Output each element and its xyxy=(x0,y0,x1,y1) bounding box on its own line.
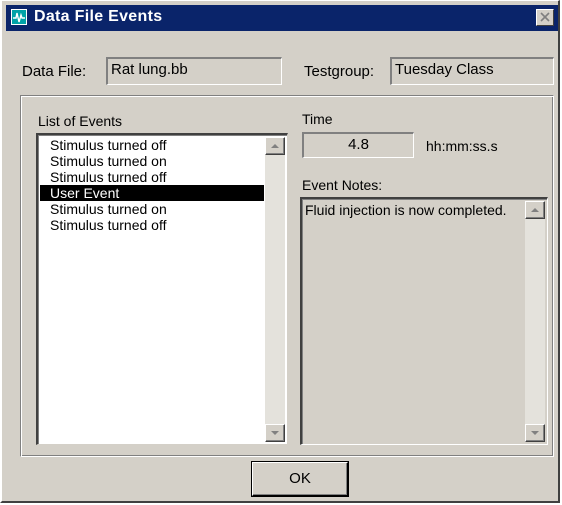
arrow-up-icon xyxy=(271,144,279,148)
event-list-item[interactable]: Stimulus turned off xyxy=(40,217,264,233)
notes-scrollbar[interactable] xyxy=(525,201,545,442)
event-list-item[interactable]: Stimulus turned off xyxy=(40,169,264,185)
events-list: Stimulus turned off Stimulus turned on Sti… xyxy=(40,137,264,233)
window-title: Data File Events xyxy=(34,8,163,25)
event-list-item[interactable]: User Event xyxy=(40,185,264,201)
close-icon xyxy=(540,12,550,22)
event-list-item[interactable]: Stimulus turned off xyxy=(40,137,264,153)
ok-button[interactable]: OK xyxy=(252,462,348,496)
event-notes-text: Fluid injection is now completed. xyxy=(305,202,507,218)
event-list-item[interactable]: Stimulus turned on xyxy=(40,201,264,217)
event-list-item[interactable]: Stimulus turned on xyxy=(40,153,264,169)
notes-scroll-up-button[interactable] xyxy=(525,201,545,219)
scroll-up-button[interactable] xyxy=(265,137,285,155)
testgroup-label: Testgroup: xyxy=(304,63,375,80)
time-label: Time xyxy=(302,111,333,127)
notes-scroll-down-button[interactable] xyxy=(525,424,545,442)
arrow-down-icon xyxy=(531,431,539,435)
data-file-label: Data File: xyxy=(22,63,87,80)
time-field: 4.8 xyxy=(302,132,414,158)
events-list-label: List of Events xyxy=(38,113,123,129)
close-button[interactable] xyxy=(536,9,554,26)
events-listbox[interactable]: Stimulus turned off Stimulus turned on Sti… xyxy=(36,133,288,445)
event-notes-label: Event Notes: xyxy=(302,177,383,193)
data-file-field: Rat lung.bb xyxy=(106,57,282,85)
time-unit-label: hh:mm:ss.s xyxy=(426,138,498,154)
data-file-events-dialog: Data File Events Data File: Rat lung.bb … xyxy=(0,0,560,503)
testgroup-field: Tuesday Class xyxy=(390,57,554,85)
waveform-icon xyxy=(11,9,27,25)
event-notes-box[interactable]: Fluid injection is now completed. xyxy=(300,197,548,445)
arrow-down-icon xyxy=(271,431,279,435)
scroll-down-button[interactable] xyxy=(265,424,285,442)
title-bar[interactable]: Data File Events xyxy=(6,5,558,31)
events-scrollbar[interactable] xyxy=(265,137,285,442)
arrow-up-icon xyxy=(531,208,539,212)
